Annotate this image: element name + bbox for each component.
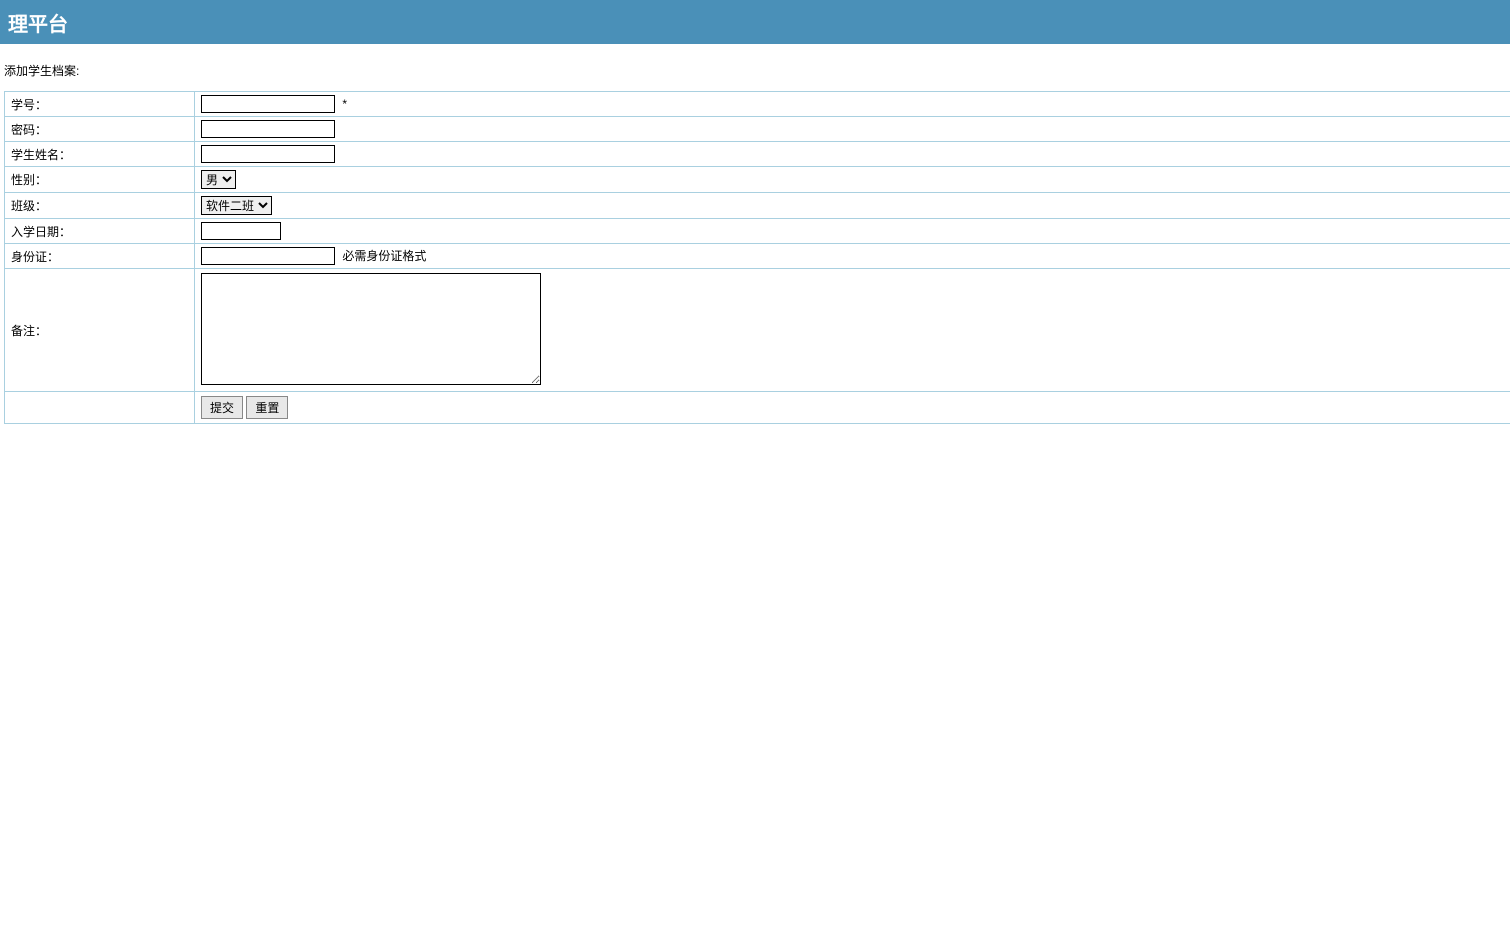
label-buttons <box>5 392 195 424</box>
row-remarks: 备注： <box>5 269 1510 392</box>
id-card-hint: 必需身份证格式 <box>342 249 426 263</box>
header-title: 理平台 <box>8 8 68 37</box>
row-student-name: 学生姓名： <box>5 142 1510 167</box>
submit-button[interactable]: 提交 <box>201 396 243 419</box>
enroll-date-input[interactable] <box>201 222 281 240</box>
row-id-card: 身份证： 必需身份证格式 <box>5 244 1510 269</box>
gender-select[interactable]: 男 女 <box>201 170 236 189</box>
reset-button[interactable]: 重置 <box>246 396 288 419</box>
cell-enroll-date <box>195 219 1510 244</box>
row-class: 班级： 软件二班 <box>5 193 1510 219</box>
class-select[interactable]: 软件二班 <box>201 196 272 215</box>
student-id-input[interactable] <box>201 95 335 113</box>
cell-student-name <box>195 142 1510 167</box>
row-enroll-date: 入学日期： <box>5 219 1510 244</box>
cell-student-id: * <box>195 92 1510 117</box>
label-remarks: 备注： <box>5 269 195 392</box>
form-title: 添加学生档案: <box>0 54 1510 91</box>
row-student-id: 学号： * <box>5 92 1510 117</box>
cell-gender: 男 女 <box>195 167 1510 193</box>
row-buttons: 提交 重置 <box>5 392 1510 424</box>
row-password: 密码： <box>5 117 1510 142</box>
remarks-textarea[interactable] <box>201 273 541 385</box>
page-header: 理平台 <box>0 0 1510 44</box>
content-area: 添加学生档案: 学号： * 密码： 学生姓名： 性别： 男 <box>0 44 1510 424</box>
student-id-hint: * <box>342 97 347 111</box>
label-class: 班级： <box>5 193 195 219</box>
label-enroll-date: 入学日期： <box>5 219 195 244</box>
cell-id-card: 必需身份证格式 <box>195 244 1510 269</box>
cell-password <box>195 117 1510 142</box>
student-form-table: 学号： * 密码： 学生姓名： 性别： 男 女 <box>4 91 1510 424</box>
student-name-input[interactable] <box>201 145 335 163</box>
cell-remarks <box>195 269 1510 392</box>
label-gender: 性别： <box>5 167 195 193</box>
cell-class: 软件二班 <box>195 193 1510 219</box>
label-student-name: 学生姓名： <box>5 142 195 167</box>
label-password: 密码： <box>5 117 195 142</box>
id-card-input[interactable] <box>201 247 335 265</box>
label-id-card: 身份证： <box>5 244 195 269</box>
row-gender: 性别： 男 女 <box>5 167 1510 193</box>
label-student-id: 学号： <box>5 92 195 117</box>
password-input[interactable] <box>201 120 335 138</box>
cell-buttons: 提交 重置 <box>195 392 1510 424</box>
